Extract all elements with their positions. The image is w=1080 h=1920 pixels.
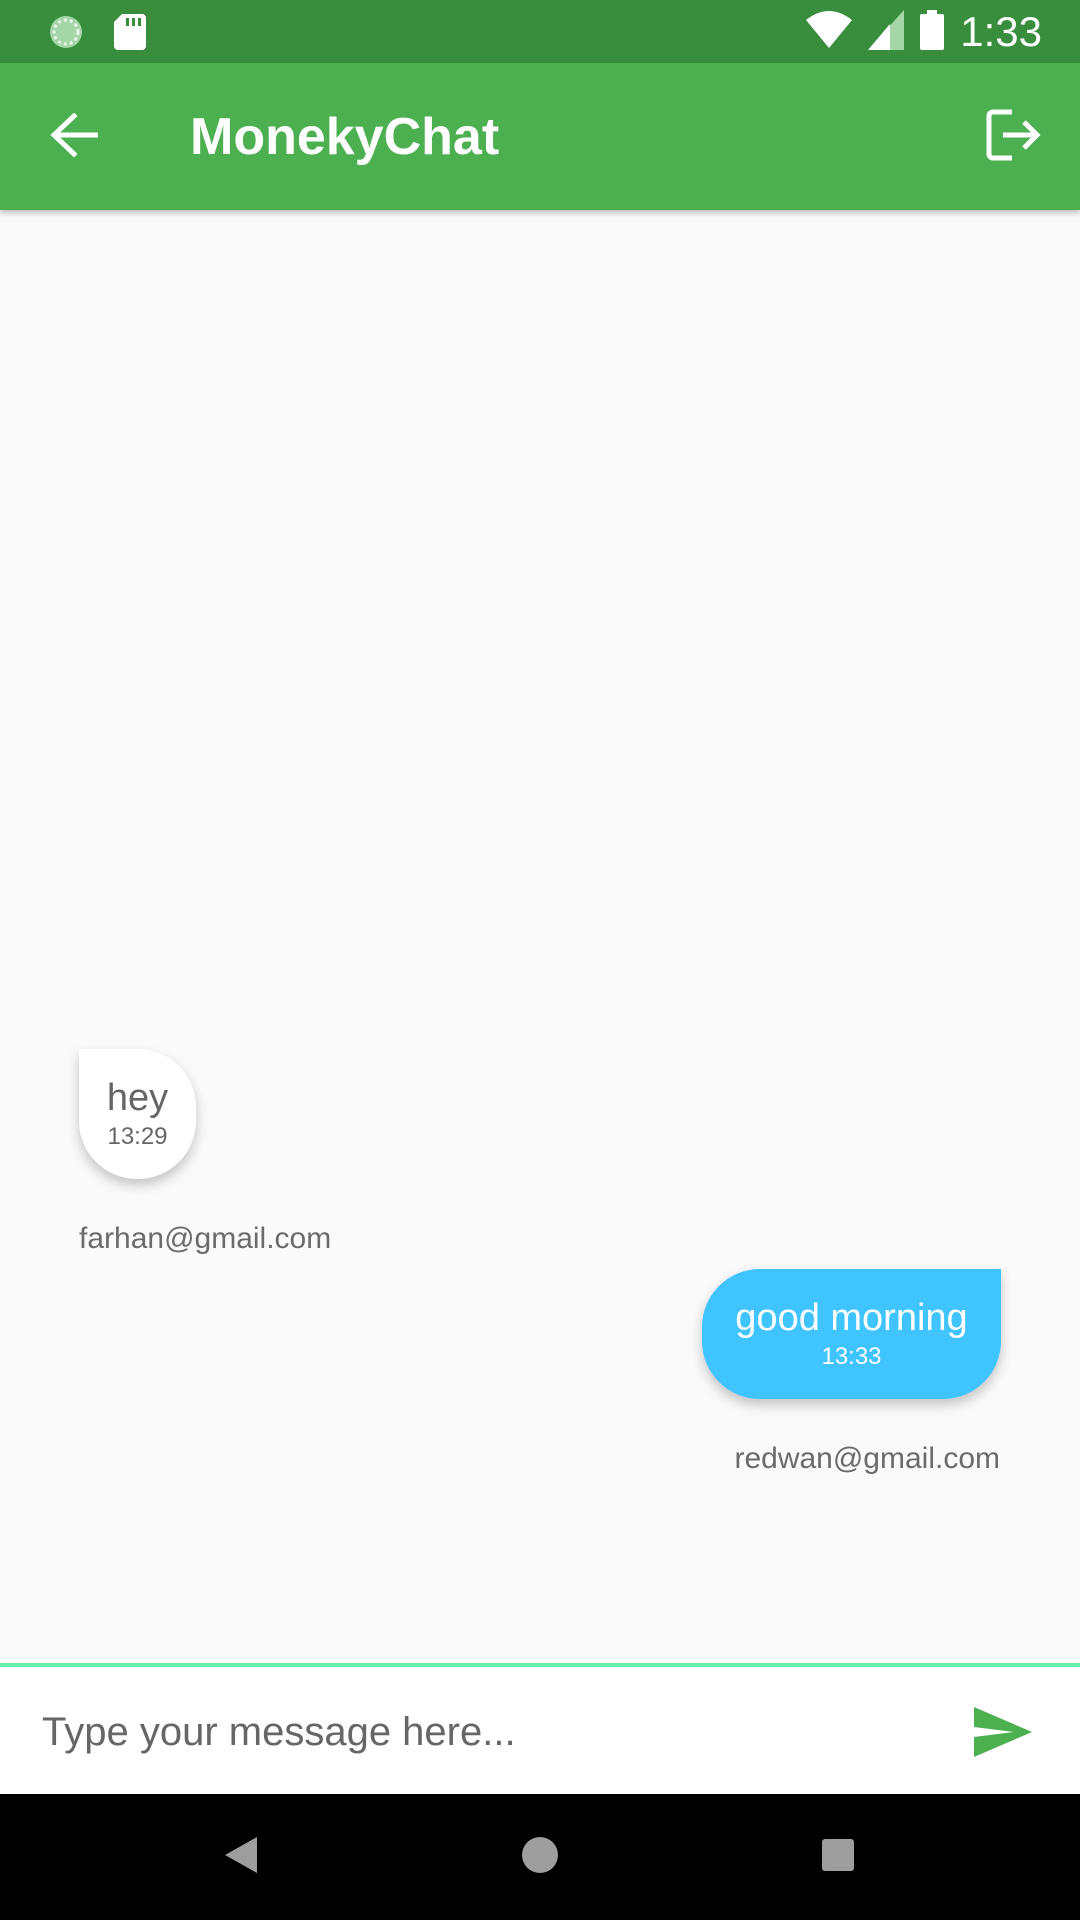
send-button[interactable] — [972, 1706, 1034, 1762]
status-bar: 1:33 — [0, 0, 1080, 63]
system-nav-bar — [0, 1794, 1080, 1920]
status-left-icons — [48, 14, 146, 55]
message-input[interactable] — [40, 1687, 920, 1777]
status-right-icons: 1:33 — [806, 8, 1042, 56]
wifi-icon — [806, 10, 853, 55]
message-time: 13:33 — [821, 1343, 882, 1370]
message-text: good morning — [735, 1297, 968, 1339]
sd-card-icon — [114, 14, 146, 55]
nav-home-button[interactable] — [515, 1832, 565, 1882]
nav-back-button[interactable] — [216, 1832, 266, 1882]
signal-icon — [868, 9, 905, 55]
back-button[interactable] — [40, 103, 108, 171]
message-text: hey — [106, 1077, 169, 1119]
message-bubble-sent[interactable]: good morning 13:33 — [702, 1269, 1001, 1399]
message-time: 13:29 — [107, 1123, 168, 1150]
app-bar: MonekyChat — [0, 63, 1080, 210]
app-title: MonekyChat — [190, 108, 500, 166]
status-time: 1:33 — [960, 8, 1042, 55]
message-sender-label: farhan@gmail.com — [79, 1222, 332, 1255]
battery-icon — [920, 9, 945, 55]
nav-recents-icon — [820, 1837, 856, 1878]
nav-home-icon — [520, 1835, 560, 1880]
arrow-back-icon — [50, 111, 99, 162]
logout-icon — [986, 109, 1042, 166]
nav-recents-button[interactable] — [813, 1832, 863, 1882]
loading-icon — [48, 14, 84, 55]
message-bubble-received[interactable]: hey 13:29 — [79, 1049, 196, 1179]
logout-button[interactable] — [976, 99, 1052, 175]
message-composer — [0, 1663, 1080, 1794]
message-sender-label: redwan@gmail.com — [734, 1442, 1000, 1475]
send-icon — [974, 1706, 1032, 1762]
nav-back-icon — [223, 1835, 259, 1880]
